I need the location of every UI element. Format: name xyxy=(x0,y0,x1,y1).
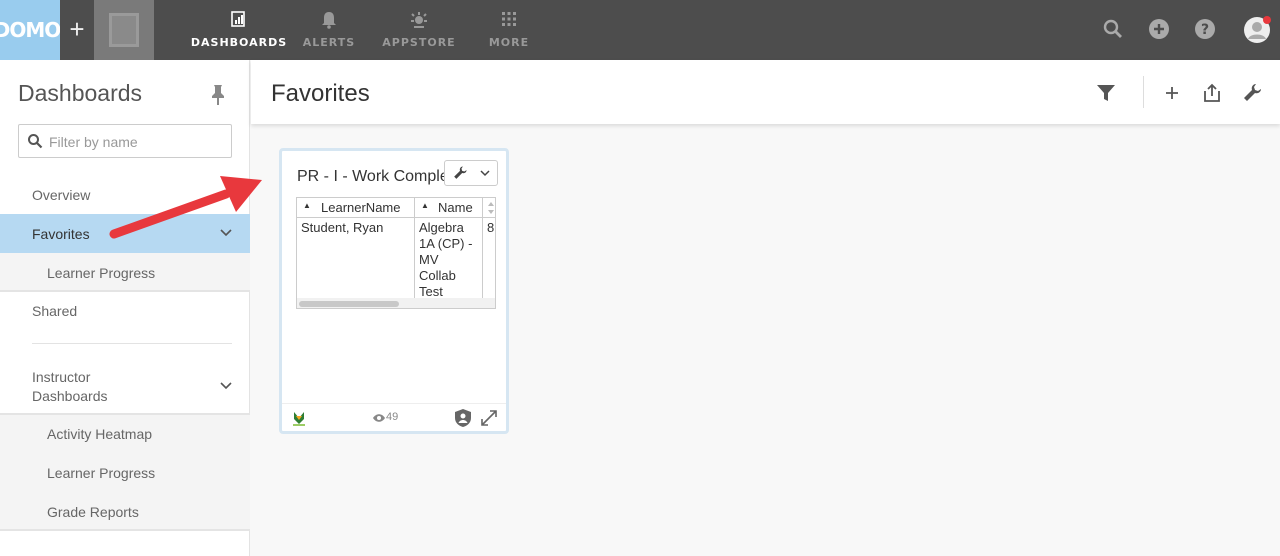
sidebar-item-label: Learner Progress xyxy=(47,465,156,481)
sidebar-item-learner-progress[interactable]: Learner Progress xyxy=(0,454,250,493)
sidebar-item-instructor-dashboards[interactable]: Instructor Dashboards xyxy=(0,356,250,414)
card-title[interactable]: PR - I - Work Completion xyxy=(297,168,447,186)
data-table: ▲ LearnerName ▲ Name Student, Ryan Algeb… xyxy=(296,197,496,309)
nav-appstore[interactable]: APPSTORE xyxy=(382,0,456,60)
certified-shield-icon[interactable] xyxy=(454,408,472,428)
domo-logo[interactable]: DOMO xyxy=(0,0,60,60)
sidebar-item-grade-reports[interactable]: Grade Reports xyxy=(0,493,250,529)
eye-icon xyxy=(373,414,385,422)
dashboards-sidebar: Dashboards Overview Favorites Learner Pr… xyxy=(0,60,250,556)
top-navigation-bar: DOMO + DASHBOARDS ALERTS APPSTORE MORE ? xyxy=(0,0,1280,60)
cell-name-line: 1A (CP) - xyxy=(419,236,473,251)
wrench-icon xyxy=(454,166,467,179)
nav-more[interactable]: MORE xyxy=(484,0,534,60)
section-divider xyxy=(0,529,250,531)
sidebar-item-activity-heatmap[interactable]: Activity Heatmap xyxy=(0,415,250,454)
sort-up-icon: ▲ xyxy=(303,201,311,210)
sidebar-item-learner-progress-favorite[interactable]: Learner Progress xyxy=(0,253,250,291)
add-icon[interactable] xyxy=(1161,82,1183,104)
cell-name-line: Collab xyxy=(419,268,456,283)
sidebar-item-label: Instructor Dashboards xyxy=(32,368,108,406)
add-plus-button[interactable]: + xyxy=(62,14,92,44)
dashboard-card[interactable]: PR - I - Work Completion ▲ LearnerName ▲… xyxy=(279,148,509,434)
view-count: 49 xyxy=(386,411,399,423)
sort-up-icon: ▲ xyxy=(421,201,429,210)
label-line-2: Dashboards xyxy=(32,388,108,404)
wrench-icon[interactable] xyxy=(1241,82,1263,104)
column-header-name[interactable]: ▲ Name xyxy=(415,198,483,218)
search-icon xyxy=(28,134,43,149)
sidebar-item-label: Favorites xyxy=(32,226,90,242)
card-options-button[interactable] xyxy=(444,160,498,186)
horizontal-scrollbar[interactable] xyxy=(297,298,495,308)
nav-alerts-label: ALERTS xyxy=(302,36,356,49)
sidebar-title: Dashboards xyxy=(18,80,143,106)
add-circle-icon[interactable] xyxy=(1147,17,1171,41)
cell-name-line: Algebra xyxy=(419,220,464,235)
help-icon[interactable]: ? xyxy=(1193,17,1217,41)
cell-name-line: MV xyxy=(419,252,439,267)
share-icon[interactable] xyxy=(1201,82,1223,104)
grid-icon xyxy=(502,12,516,26)
user-avatar-icon[interactable] xyxy=(1243,16,1271,44)
nav-appstore-label: APPSTORE xyxy=(382,36,456,49)
expand-icon[interactable] xyxy=(480,409,498,427)
nav-dashboards[interactable]: DASHBOARDS xyxy=(191,0,286,60)
cell-name-line: Test xyxy=(419,284,443,299)
page-title: Favorites xyxy=(271,80,370,107)
profile-image xyxy=(109,13,139,47)
header-divider xyxy=(1143,76,1144,108)
sidebar-item-label: Learner Progress xyxy=(47,265,156,281)
filter-by-name-field[interactable] xyxy=(18,124,232,158)
search-icon[interactable] xyxy=(1101,17,1125,41)
table-cell: 8 xyxy=(483,218,495,298)
nav-alerts[interactable]: ALERTS xyxy=(300,0,358,60)
sidebar-item-label: Activity Heatmap xyxy=(47,426,153,442)
sidebar-item-shared[interactable]: Shared xyxy=(0,292,250,332)
data-source-icon xyxy=(293,412,305,426)
svg-text:?: ? xyxy=(1201,22,1209,38)
chevron-down-icon xyxy=(480,170,490,177)
chevron-down-icon[interactable] xyxy=(220,382,232,390)
column-header-learnername[interactable]: ▲ LearnerName xyxy=(297,198,415,218)
divider xyxy=(32,343,232,344)
pin-icon[interactable] xyxy=(210,84,226,106)
bell-icon xyxy=(322,12,336,29)
table-cell: Algebra 1A (CP) - MV Collab Test xyxy=(415,218,483,299)
label-line-1: Instructor xyxy=(32,369,91,385)
cell-value: 8 xyxy=(487,220,495,235)
column-header-label: Name xyxy=(438,200,473,215)
user-profile-tile[interactable] xyxy=(94,0,154,60)
filter-input[interactable] xyxy=(49,131,225,153)
sidebar-item-label: Overview xyxy=(32,187,91,203)
cell-learner: Student, Ryan xyxy=(301,220,384,235)
sidebar-item-label: Grade Reports xyxy=(47,504,139,520)
annotation-arrow xyxy=(109,176,262,239)
nav-dashboards-label: DASHBOARDS xyxy=(190,36,288,49)
page-header: Favorites xyxy=(251,60,1280,124)
card-footer: 49 xyxy=(282,403,506,431)
filter-icon[interactable] xyxy=(1095,82,1117,104)
logo-text: DOMO xyxy=(0,18,60,42)
scrollbar-thumb[interactable] xyxy=(299,301,399,307)
table-cell: Student, Ryan xyxy=(297,218,415,298)
sort-both-icon xyxy=(488,202,494,214)
sidebar-item-label: Shared xyxy=(32,303,78,319)
dashboards-icon xyxy=(231,11,245,27)
column-header-more[interactable] xyxy=(483,198,495,218)
nav-more-label: MORE xyxy=(488,36,530,49)
appstore-icon xyxy=(411,12,427,28)
column-header-label: LearnerName xyxy=(321,200,401,215)
